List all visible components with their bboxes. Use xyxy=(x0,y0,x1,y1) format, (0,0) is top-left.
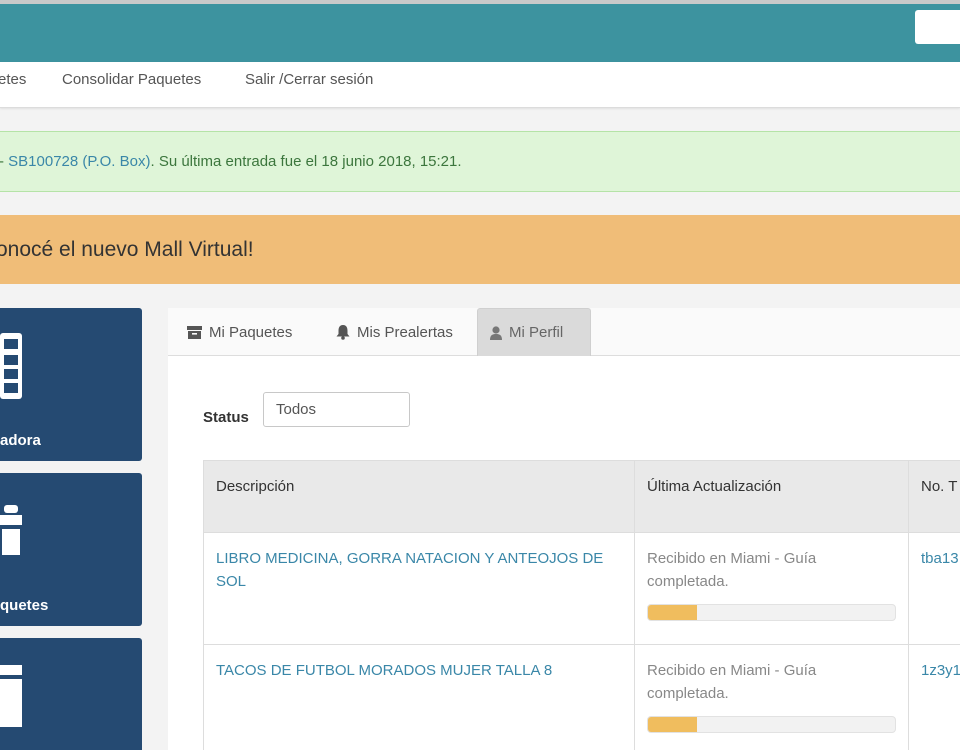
status-filter-label: Status xyxy=(203,409,249,426)
tile-third[interactable] xyxy=(0,638,142,750)
nav-item-consolidar-paquetes[interactable]: Consolidar Paquetes xyxy=(62,71,201,88)
gift-icon xyxy=(0,505,22,555)
user-icon xyxy=(490,325,502,340)
alert-message: - SB100728 (P.O. Box). Su última entrada… xyxy=(0,153,462,170)
alert-text: . Su última entrada fue el 18 junio 2018… xyxy=(150,153,462,170)
package-progress-bar xyxy=(647,604,896,621)
tracking-number-link[interactable]: 1z3y1 xyxy=(909,645,960,750)
column-header-tracking[interactable]: No. T xyxy=(909,461,960,533)
tile-label: quetes xyxy=(0,597,49,614)
bell-icon xyxy=(336,324,350,340)
tab-mi-paquetes[interactable]: Mi Paquetes xyxy=(175,308,304,356)
nav-item-paquetes[interactable]: etes xyxy=(0,71,26,88)
tab-mi-perfil[interactable]: Mi Perfil xyxy=(477,308,591,356)
package-progress-bar xyxy=(647,716,896,733)
header-action-button[interactable] xyxy=(915,10,960,44)
app-header xyxy=(0,4,960,62)
calculator-icon xyxy=(0,333,22,399)
package-progress-fill xyxy=(648,717,698,732)
status-filter-select[interactable]: Todos xyxy=(263,392,410,427)
tab-label: Mi Paquetes xyxy=(209,323,293,341)
table-row: TACOS DE FUTBOL MORADOS MUJER TALLA 8 Re… xyxy=(204,645,960,750)
tracking-number-link[interactable]: tba13 xyxy=(909,533,960,645)
tab-label: Mis Prealertas xyxy=(357,323,453,341)
nav-item-logout[interactable]: Salir /Cerrar sesión xyxy=(245,71,373,88)
column-header-ultima-actualizacion[interactable]: Última Actualización xyxy=(635,461,909,533)
tab-label: Mi Perfil xyxy=(509,324,564,341)
panel-tabs: Mi Paquetes Mis Prealertas Mi Perfil xyxy=(168,308,960,356)
packages-table: Descripción Última Actualización No. T L… xyxy=(203,460,960,750)
package-status-text: Recibido en Miami - Guía completada. xyxy=(647,550,817,590)
archive-icon xyxy=(187,325,202,339)
column-header-descripcion[interactable]: Descripción xyxy=(204,461,635,533)
last-login-alert: - SB100728 (P.O. Box). Su última entrada… xyxy=(0,131,960,192)
package-status-cell: Recibido en Miami - Guía completada. xyxy=(635,533,909,645)
banner-text: onocé el nuevo Mall Virtual! xyxy=(0,238,254,261)
package-status-text: Recibido en Miami - Guía completada. xyxy=(647,662,817,702)
tile-calculadora[interactable]: adora xyxy=(0,308,142,461)
package-progress-fill xyxy=(648,605,698,620)
promo-banner[interactable]: onocé el nuevo Mall Virtual! xyxy=(0,215,960,284)
table-header: Descripción Última Actualización No. T xyxy=(204,461,960,533)
alert-prefix: - xyxy=(0,153,8,170)
packages-panel: Mi Paquetes Mis Prealertas Mi Perfil Sta… xyxy=(168,308,960,750)
tile-paquetes[interactable]: quetes xyxy=(0,473,142,626)
tile-label: adora xyxy=(0,432,41,449)
package-status-cell: Recibido en Miami - Guía completada. xyxy=(635,645,909,750)
box-icon xyxy=(0,665,22,727)
main-nav: etes Consolidar Paquetes Salir /Cerrar s… xyxy=(0,62,960,108)
tab-mis-prealertas[interactable]: Mis Prealertas xyxy=(324,308,465,356)
package-description-link[interactable]: TACOS DE FUTBOL MORADOS MUJER TALLA 8 xyxy=(204,645,635,750)
package-description-link[interactable]: LIBRO MEDICINA, GORRA NATACION Y ANTEOJO… xyxy=(204,533,635,645)
account-link[interactable]: SB100728 (P.O. Box) xyxy=(8,153,150,170)
table-row: LIBRO MEDICINA, GORRA NATACION Y ANTEOJO… xyxy=(204,533,960,645)
